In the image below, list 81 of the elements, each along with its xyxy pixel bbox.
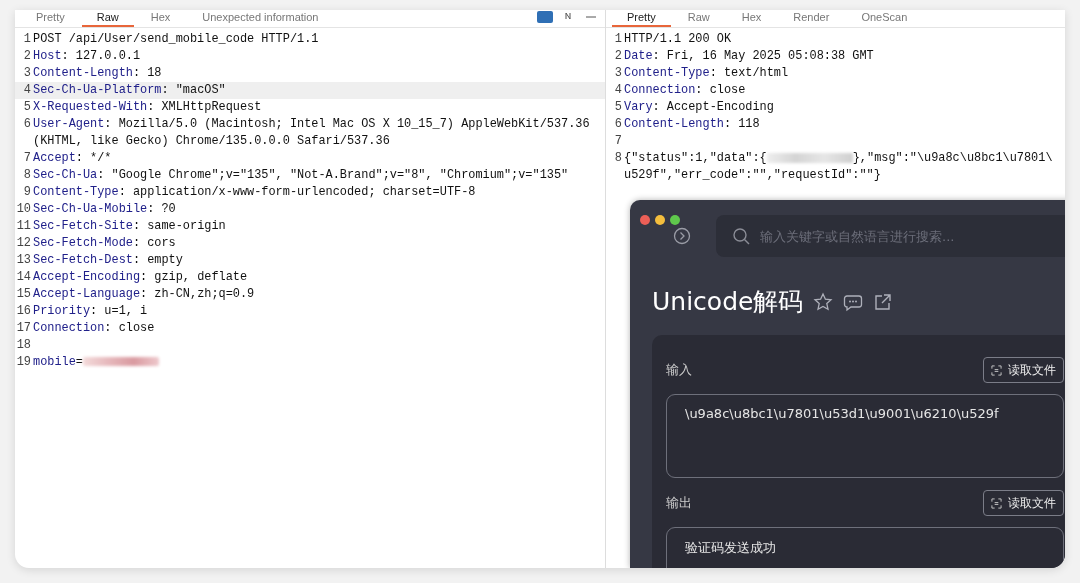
code-text: Content-Length: 18 bbox=[33, 65, 163, 82]
output-field[interactable]: 验证码发送成功 bbox=[666, 527, 1064, 568]
code-text: Accept-Encoding: gzip, deflate bbox=[33, 269, 249, 286]
line-number: 4 bbox=[22, 82, 31, 99]
code-text: Accept-Language: zh-CN,zh;q=0.9 bbox=[33, 286, 256, 303]
code-text: {"status":1,"data":{ bbox=[624, 151, 767, 165]
editor-tab[interactable]: Unexpected information bbox=[187, 11, 334, 27]
chevron-circle-icon[interactable] bbox=[673, 227, 691, 245]
editor-tab[interactable]: Render bbox=[778, 11, 845, 27]
code-text: Sec-Fetch-Site: same-origin bbox=[33, 218, 227, 235]
line-number: 15 bbox=[15, 286, 31, 303]
maximize-icon[interactable] bbox=[670, 215, 680, 225]
code-text: X-Requested-With: XMLHttpRequest bbox=[33, 99, 263, 116]
line-number: 16 bbox=[15, 303, 31, 320]
code-text: Accept: */* bbox=[33, 150, 113, 167]
star-icon[interactable] bbox=[813, 291, 834, 312]
code-text: = bbox=[75, 355, 83, 369]
line-number: 6 bbox=[22, 116, 31, 133]
code-text: Content-Type: text/html bbox=[624, 65, 790, 82]
output-label: 输出 bbox=[666, 494, 692, 512]
line-number: 1 bbox=[22, 31, 31, 48]
line-number: 5 bbox=[22, 99, 31, 116]
code-text: Host: 127.0.0.1 bbox=[33, 48, 142, 65]
code-text: Content-Length: 118 bbox=[624, 116, 761, 133]
read-file-button[interactable]: 读取文件 bbox=[983, 357, 1064, 383]
line-number: 3 bbox=[613, 65, 622, 82]
line-number: 8 bbox=[22, 167, 31, 184]
code-text: Date: Fri, 16 May 2025 05:08:38 GMT bbox=[624, 48, 875, 65]
editor-tab[interactable]: Hex bbox=[135, 11, 186, 27]
header-name: mobile bbox=[33, 355, 76, 369]
editor-tab[interactable]: Hex bbox=[726, 11, 777, 27]
read-file-button[interactable]: 读取文件 bbox=[983, 490, 1064, 516]
line-number: 18 bbox=[15, 337, 31, 354]
line-number: 6 bbox=[613, 116, 622, 133]
line-number: 2 bbox=[613, 48, 622, 65]
editor-tab[interactable]: Raw bbox=[81, 11, 134, 27]
line-number: 11 bbox=[15, 218, 31, 235]
close-icon[interactable] bbox=[640, 215, 650, 225]
line-number: 5 bbox=[613, 99, 622, 116]
code-text: Vary: Accept-Encoding bbox=[624, 99, 775, 116]
line-number: 19 bbox=[15, 354, 31, 371]
line-number: 1 bbox=[613, 31, 622, 48]
line-number: 12 bbox=[15, 235, 31, 252]
line-number: 10 bbox=[15, 201, 31, 218]
editor-tab[interactable]: Raw bbox=[672, 11, 725, 27]
code-text: Sec-Fetch-Dest: empty bbox=[33, 252, 184, 269]
scan-icon bbox=[991, 364, 1002, 376]
code-text: Sec-Fetch-Mode: cors bbox=[33, 235, 177, 252]
external-link-icon[interactable] bbox=[873, 291, 894, 312]
search-icon bbox=[732, 227, 750, 245]
editor-tab[interactable]: Pretty bbox=[612, 11, 671, 27]
response-body: u529f","err_code":"","requestId":""} bbox=[624, 167, 882, 184]
line-number: 9 bbox=[22, 184, 31, 201]
scan-icon bbox=[991, 497, 1002, 509]
code-text: Connection: close bbox=[33, 320, 156, 337]
code-text: POST /api/User/send_mobile_code HTTP/1.1 bbox=[33, 31, 320, 48]
line-number: 8 bbox=[613, 150, 622, 167]
code-text: Content-Type: application/x-www-form-urlencoded; charset=UTF-8 bbox=[33, 184, 477, 201]
editor-tab[interactable]: OneScan bbox=[846, 11, 923, 27]
code-text: Sec-Ch-Ua-Platform: "macOS" bbox=[33, 82, 227, 99]
editor-tab[interactable]: Pretty bbox=[21, 11, 80, 27]
line-number: 14 bbox=[15, 269, 31, 286]
input-field[interactable]: \u9a8c\u8bc1\u7801\u53d1\u9001\u6210\u529f bbox=[666, 394, 1064, 478]
code-text: Connection: close bbox=[624, 82, 747, 99]
code-text: Sec-Ch-Ua-Mobile: ?0 bbox=[33, 201, 177, 218]
code-text: Sec-Ch-Ua: "Google Chrome";v="135", "Not-A.Brand";v="8", "Chromium";v="135" bbox=[33, 167, 570, 184]
code-text: },"msg":"\u9a8c\u8bc1\u7801\ bbox=[852, 151, 1053, 165]
line-number: 13 bbox=[15, 252, 31, 269]
tool-title: Unicode解码 bbox=[652, 286, 804, 318]
minimize-icon[interactable] bbox=[655, 215, 665, 225]
search-field[interactable]: 输入关键字或自然语言进行搜索... bbox=[716, 215, 1065, 257]
line-number: 3 bbox=[22, 65, 31, 82]
line-number: 2 bbox=[22, 48, 31, 65]
line-number: 17 bbox=[15, 320, 31, 337]
input-label: 输入 bbox=[666, 361, 692, 379]
code-text: HTTP/1.1 200 OK bbox=[624, 31, 733, 48]
code-text: User-Agent: Mozilla/5.0 (Macintosh; Intel Mac OS X 10_15_7) AppleWebKit/537.36 (KHTML, like Gecko) Chrome/135.0.0.0 Safari/537.36 bbox=[33, 116, 591, 150]
code-text: Priority: u=1, i bbox=[33, 303, 149, 320]
line-number: 4 bbox=[613, 82, 622, 99]
line-number: 7 bbox=[613, 133, 622, 150]
line-number: 7 bbox=[22, 150, 31, 167]
